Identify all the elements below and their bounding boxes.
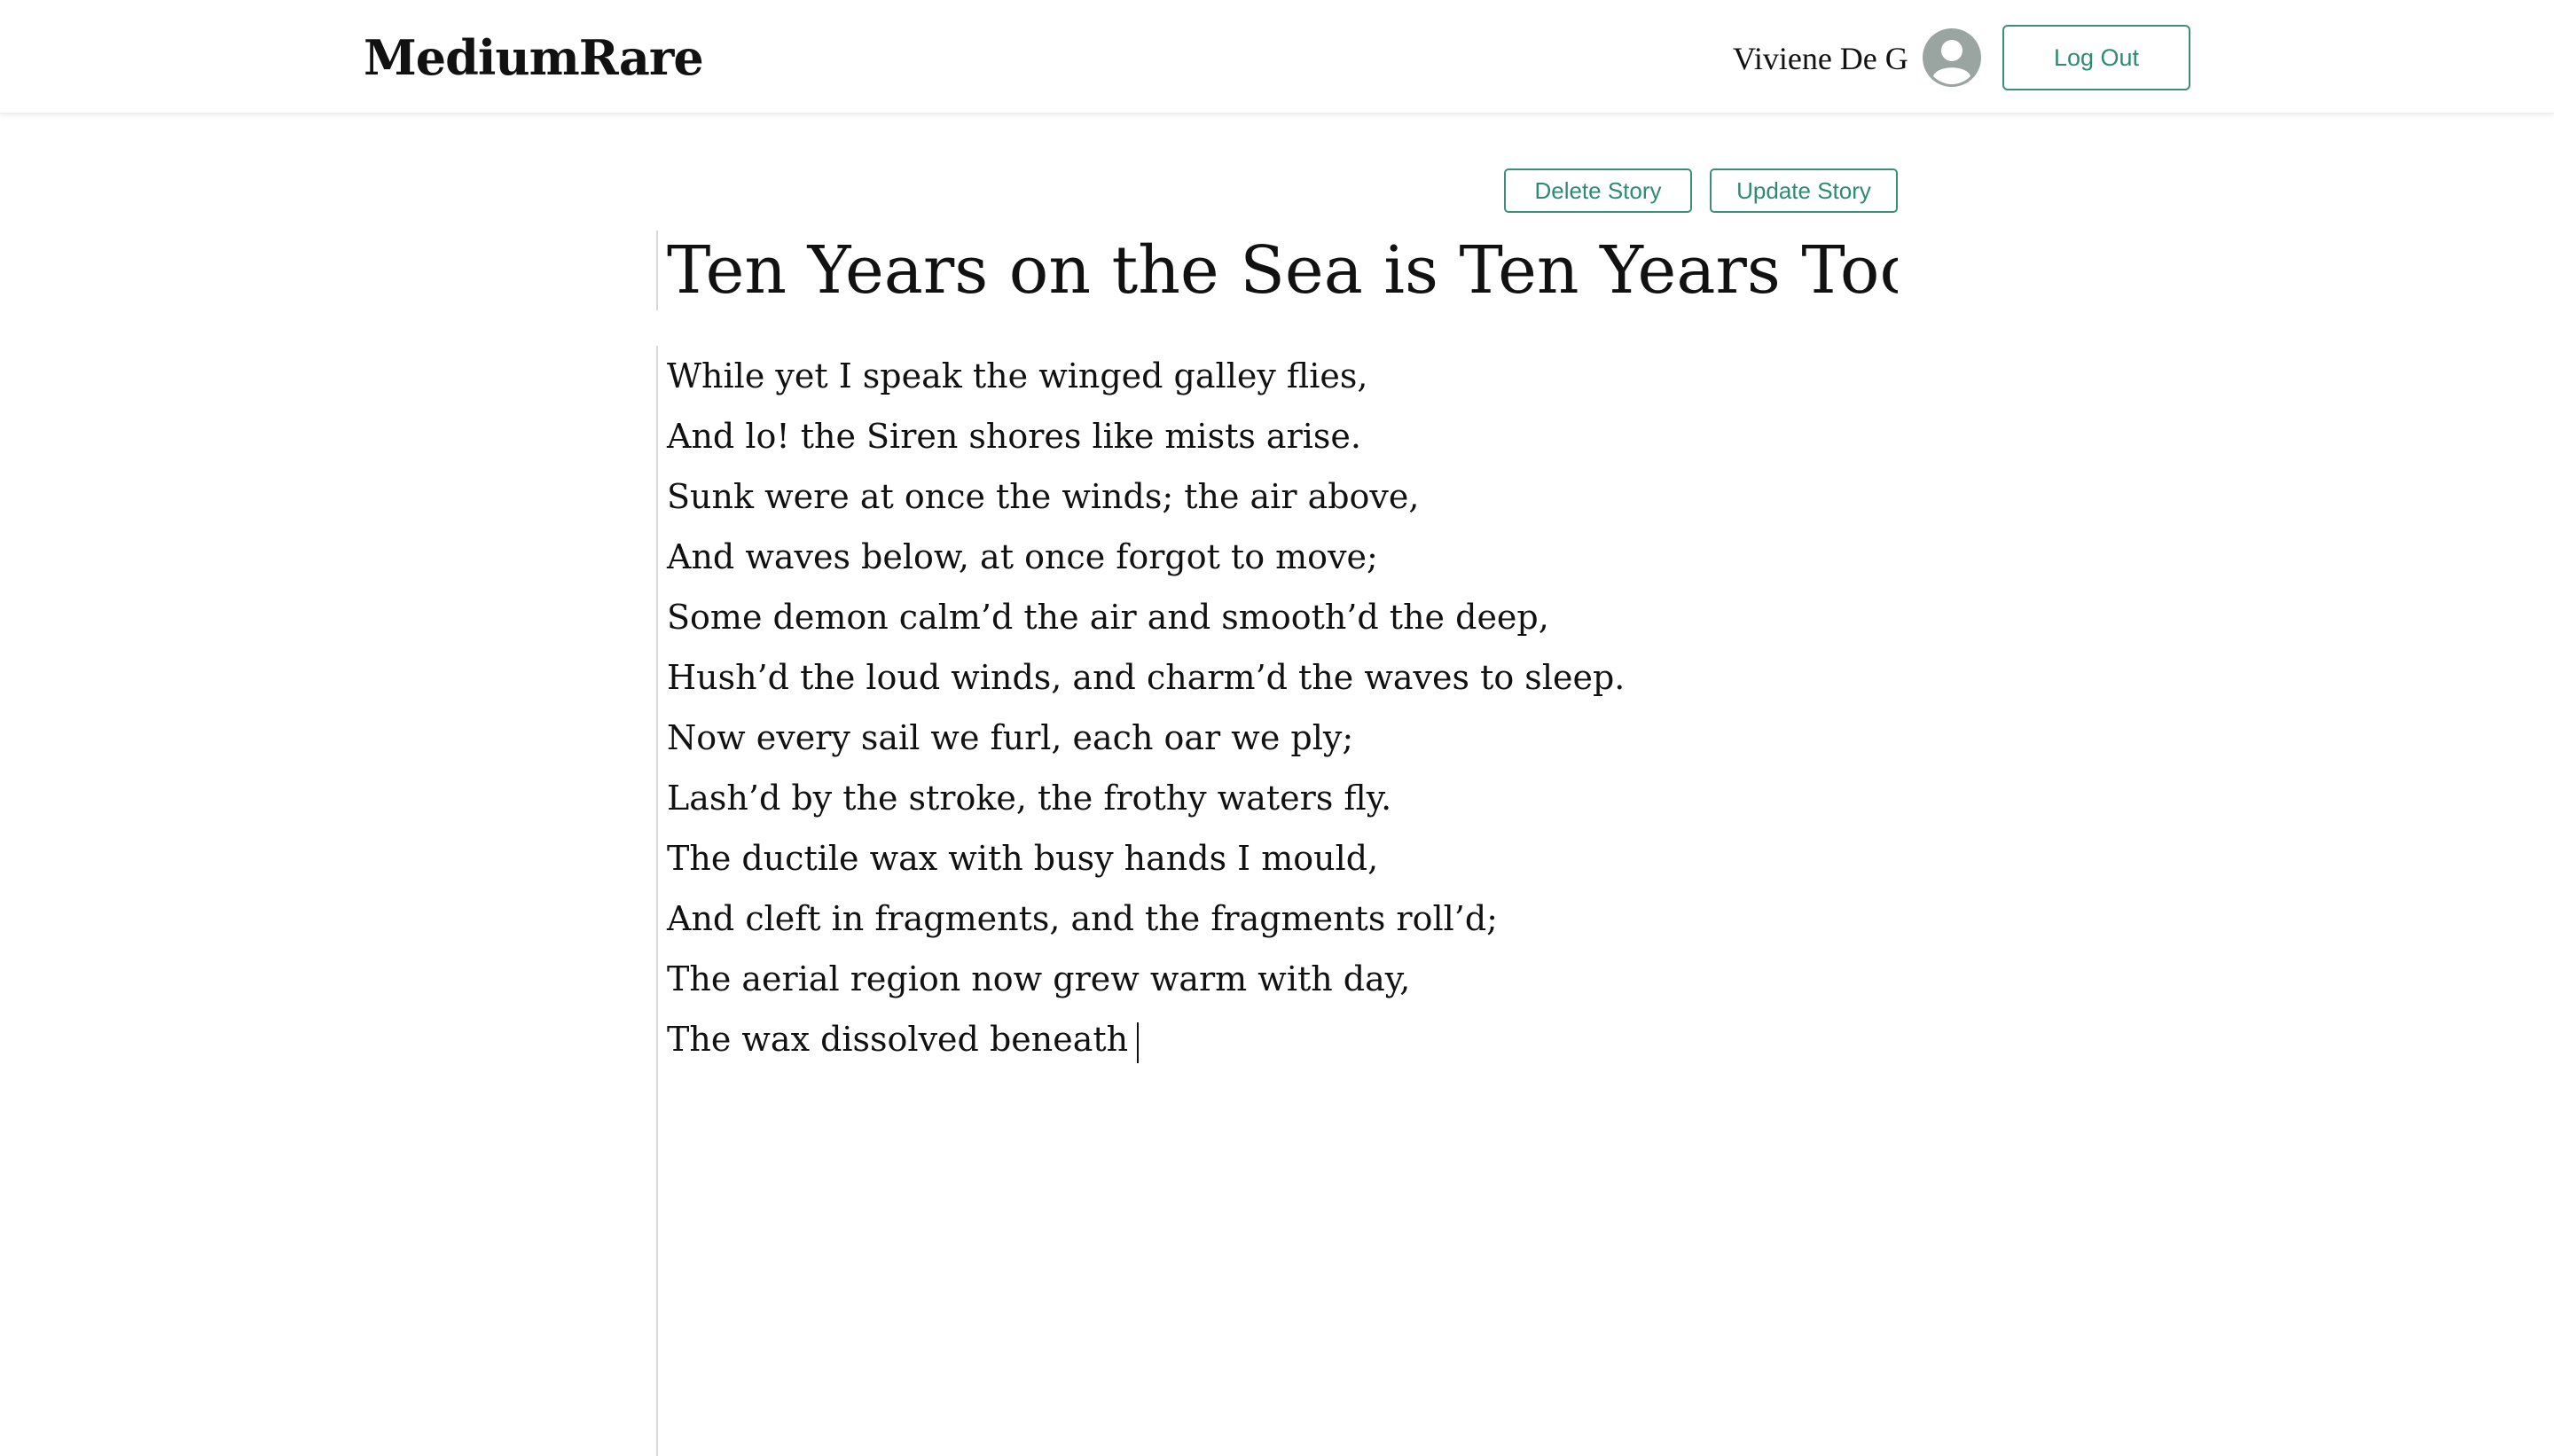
story-line: The aerial region now grew warm with day… (667, 959, 1411, 998)
story-line: Hush’d the loud winds, and charm’d the w… (667, 658, 1626, 697)
story-line: Lash’d by the stroke, the frothy waters … (667, 779, 1392, 818)
story-line-last-text: The wax dissolved beneath (667, 1020, 1129, 1059)
story-line: Now every sail we furl, each oar we ply; (667, 718, 1354, 757)
update-story-button[interactable]: Update Story (1710, 168, 1898, 213)
text-caret (1137, 1022, 1140, 1063)
story-line-last: The wax dissolved beneath (667, 1009, 1625, 1069)
top-navbar: MediumRare Viviene De G Log Out (0, 0, 2554, 114)
story-line: Sunk were at once the winds; the air abo… (667, 477, 1420, 516)
logout-button[interactable]: Log Out (2002, 25, 2190, 90)
story-line: And waves below, at once forgot to move; (667, 537, 1378, 576)
user-name: Viviene De G (1733, 41, 1908, 76)
story-line: While yet I speak the winged galley flie… (667, 356, 1368, 395)
site-logo[interactable]: MediumRare (364, 27, 704, 89)
delete-story-button[interactable]: Delete Story (1504, 168, 1692, 213)
story-line: Some demon calm’d the air and smooth’d t… (667, 598, 1549, 637)
user-avatar-icon[interactable] (1923, 28, 1981, 87)
story-line: The ductile wax with busy hands I mould, (667, 839, 1379, 878)
story-title-text[interactable]: Ten Years on the Sea is Ten Years Too Lo… (667, 231, 1898, 310)
story-title-field[interactable]: Ten Years on the Sea is Ten Years Too Lo… (656, 231, 1898, 310)
story-line: And cleft in fragments, and the fragment… (667, 899, 1498, 938)
story-body-editor[interactable]: While yet I speak the winged galley flie… (656, 346, 1898, 1456)
story-line: And lo! the Siren shores like mists aris… (667, 417, 1361, 456)
story-body-text[interactable]: While yet I speak the winged galley flie… (667, 346, 1625, 1069)
